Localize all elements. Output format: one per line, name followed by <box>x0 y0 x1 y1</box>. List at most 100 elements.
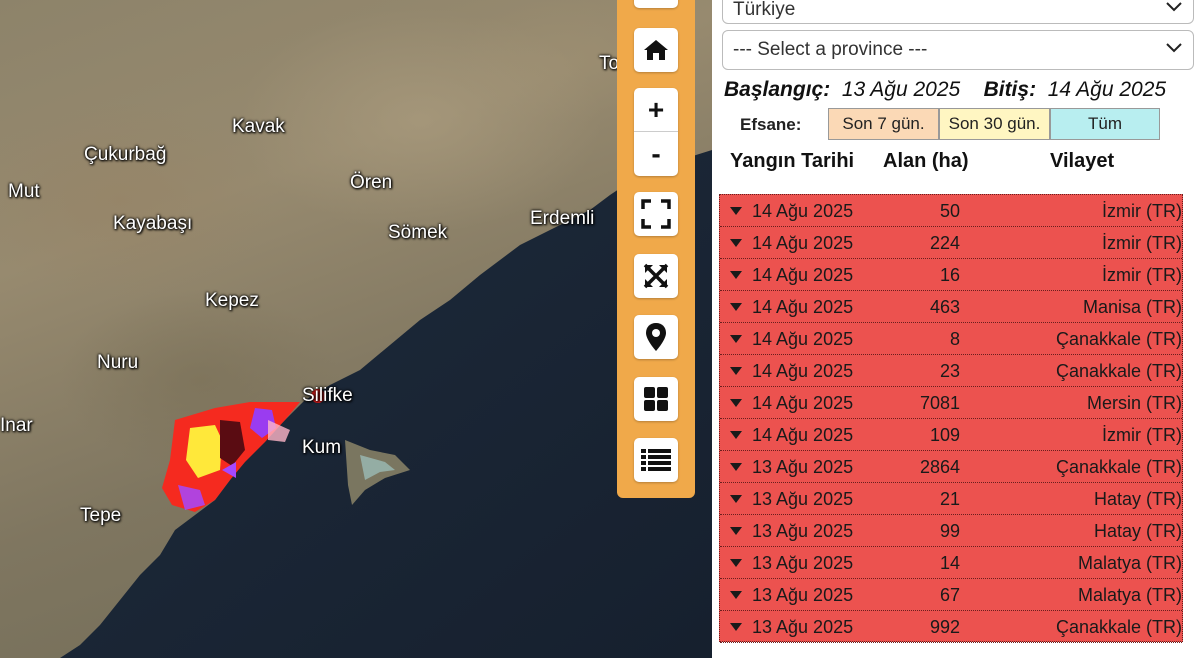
fire-list-panel: Türkiye --- Select a province --- Başlan… <box>712 0 1200 658</box>
table-row[interactable]: 13 Ağu 2025 14 Malatya (TR) <box>720 547 1182 579</box>
expand-triangle-icon[interactable] <box>730 431 742 439</box>
place-label: Kayabaşı <box>113 213 193 234</box>
table-row[interactable]: 14 Ağu 2025 463 Manisa (TR) <box>720 291 1182 323</box>
end-date: 14 Ağu 2025 <box>1047 78 1167 101</box>
place-label: Silifke <box>302 385 353 406</box>
zoom-out-button[interactable]: - <box>634 132 678 176</box>
fire-date: 14 Ağu 2025 <box>752 201 854 221</box>
fire-province: Hatay (TR) <box>1093 521 1182 541</box>
place-label: Nuru <box>97 352 139 373</box>
fire-province: İzmir (TR) <box>1102 425 1182 445</box>
fire-area: 21 <box>939 489 960 509</box>
fire-area: 109 <box>929 425 960 445</box>
place-label: Kavak <box>232 116 285 137</box>
expand-triangle-icon[interactable] <box>730 303 742 311</box>
legend-all[interactable]: Tüm <box>1050 108 1160 140</box>
place-label: Inar <box>0 415 33 436</box>
country-select-value: Türkiye <box>733 0 796 20</box>
expand-triangle-icon[interactable] <box>730 207 742 215</box>
fire-area: 7081 <box>919 393 960 413</box>
place-label: Ören <box>350 172 393 193</box>
expand-triangle-icon[interactable] <box>730 239 742 247</box>
zoom-control: + - <box>634 88 678 176</box>
home-button[interactable] <box>634 28 678 72</box>
province-select[interactable]: --- Select a province --- <box>722 30 1194 70</box>
legend-last-7-days[interactable]: Son 7 gün. <box>828 108 939 140</box>
table-row[interactable]: 13 Ağu 2025 67 Malatya (TR) <box>720 579 1182 611</box>
table-row[interactable]: 14 Ağu 2025 7081 Mersin (TR) <box>720 387 1182 419</box>
fire-date: 13 Ağu 2025 <box>752 553 854 573</box>
fire-date: 13 Ağu 2025 <box>752 489 854 509</box>
header-province[interactable]: Vilayet <box>1050 150 1114 173</box>
table-row[interactable]: 14 Ağu 2025 109 İzmir (TR) <box>720 419 1182 451</box>
fire-date: 14 Ağu 2025 <box>752 329 854 349</box>
fire-date: 14 Ağu 2025 <box>752 425 854 445</box>
expand-triangle-icon[interactable] <box>730 271 742 279</box>
chevron-down-icon <box>1166 2 1182 12</box>
province-select-value: --- Select a province --- <box>733 39 928 60</box>
fire-date: 14 Ağu 2025 <box>752 297 854 317</box>
fire-province: Malatya (TR) <box>1077 553 1182 573</box>
legend-label: Efsane: <box>740 115 802 134</box>
expand-triangle-icon[interactable] <box>730 335 742 343</box>
fire-area: 14 <box>939 553 960 573</box>
table-row[interactable]: 14 Ağu 2025 16 İzmir (TR) <box>720 259 1182 291</box>
fire-province: Hatay (TR) <box>1093 489 1182 509</box>
expand-triangle-icon[interactable] <box>730 591 742 599</box>
expand-button[interactable] <box>634 254 678 298</box>
fullscreen-icon <box>641 199 671 229</box>
expand-triangle-icon[interactable] <box>730 527 742 535</box>
fire-table: 14 Ağu 2025 50 İzmir (TR) 14 Ağu 2025 224 İzm… <box>719 194 1183 643</box>
fire-date: 13 Ağu 2025 <box>752 521 854 541</box>
fire-province: İzmir (TR) <box>1102 201 1182 221</box>
expand-triangle-icon[interactable] <box>730 623 742 631</box>
legend-last-30-days[interactable]: Son 30 gün. <box>939 108 1050 140</box>
table-row[interactable]: 13 Ağu 2025 21 Hatay (TR) <box>720 483 1182 515</box>
fire-province: İzmir (TR) <box>1102 265 1182 285</box>
fire-date: 13 Ağu 2025 <box>752 617 854 637</box>
fire-area: 2864 <box>919 457 960 477</box>
fire-date: 13 Ağu 2025 <box>752 457 854 477</box>
table-row[interactable]: 13 Ağu 2025 2864 Çanakkale (TR) <box>720 451 1182 483</box>
place-label: Kum <box>302 437 342 458</box>
satellite-map[interactable]: Kavak Çukurbağ Mut Ören Kayabaşı Sömek E… <box>0 0 712 658</box>
grid-button[interactable] <box>634 377 678 421</box>
expand-triangle-icon[interactable] <box>730 367 742 375</box>
fire-area: 67 <box>939 585 960 605</box>
fire-date: 14 Ağu 2025 <box>752 361 854 381</box>
grid-icon <box>644 387 668 411</box>
fire-province: Çanakkale (TR) <box>1055 329 1182 349</box>
layers-button[interactable] <box>634 0 678 8</box>
header-fire-date[interactable]: Yangın Tarihi <box>730 150 854 173</box>
table-row[interactable]: 13 Ağu 2025 992 Çanakkale (TR) <box>720 611 1182 643</box>
fire-area: 463 <box>929 297 960 317</box>
table-row[interactable]: 13 Ağu 2025 99 Hatay (TR) <box>720 515 1182 547</box>
map-toolbar: + - <box>617 0 695 498</box>
expand-triangle-icon[interactable] <box>730 559 742 567</box>
fire-province: Mersin (TR) <box>1087 393 1182 413</box>
fire-date: 14 Ağu 2025 <box>752 233 854 253</box>
expand-triangle-icon[interactable] <box>730 495 742 503</box>
chevron-down-icon <box>1166 43 1182 53</box>
place-label: Sömek <box>388 222 448 243</box>
table-row[interactable]: 14 Ağu 2025 8 Çanakkale (TR) <box>720 323 1182 355</box>
start-date: 13 Ağu 2025 <box>841 78 961 101</box>
fire-area: 50 <box>939 201 960 221</box>
fire-date: 14 Ağu 2025 <box>752 265 854 285</box>
country-select[interactable]: Türkiye <box>722 0 1194 24</box>
header-area[interactable]: Alan (ha) <box>883 150 969 173</box>
home-icon <box>644 40 668 60</box>
list-icon <box>641 449 671 471</box>
fullscreen-button[interactable] <box>634 192 678 236</box>
table-row[interactable]: 14 Ağu 2025 224 İzmir (TR) <box>720 227 1182 259</box>
table-row[interactable]: 14 Ağu 2025 50 İzmir (TR) <box>720 195 1182 227</box>
list-button[interactable] <box>634 438 678 482</box>
expand-triangle-icon[interactable] <box>730 463 742 471</box>
zoom-in-button[interactable]: + <box>634 88 678 132</box>
place-label: Tepe <box>80 505 122 526</box>
fire-province: Çanakkale (TR) <box>1055 617 1182 637</box>
table-row[interactable]: 14 Ağu 2025 23 Çanakkale (TR) <box>720 355 1182 387</box>
place-label: Kepez <box>205 290 259 311</box>
expand-triangle-icon[interactable] <box>730 399 742 407</box>
location-button[interactable] <box>634 315 678 359</box>
